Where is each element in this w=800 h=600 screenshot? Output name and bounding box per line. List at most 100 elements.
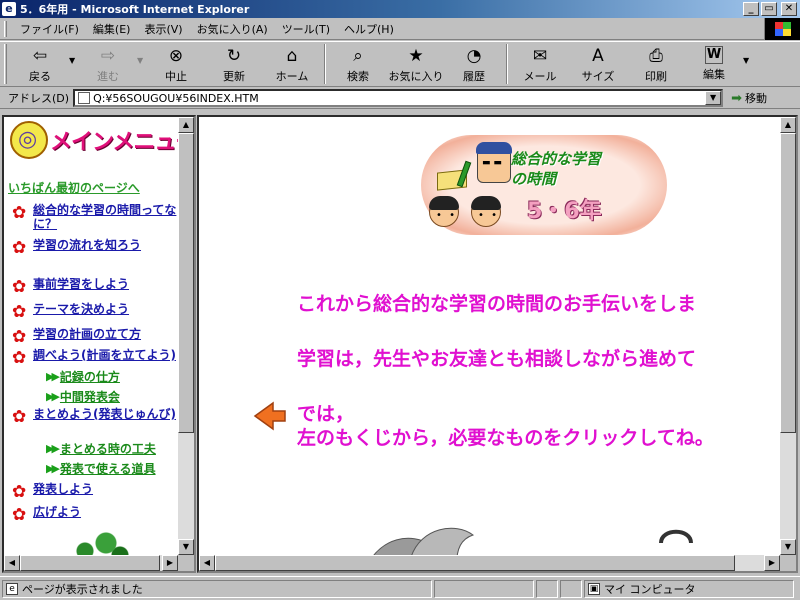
flower-icon	[12, 506, 30, 524]
scroll-left-arrow-icon[interactable]: ◀	[199, 555, 215, 571]
main-scroll-thumb[interactable]	[780, 133, 796, 433]
toolbar: ⇦ 戻る ▼ ⇨ 進む ▼ ⊗ 中止 ↻ 更新 ⌂ ホーム ⌕ 検索 ★ お気に…	[0, 41, 800, 87]
page-done-icon: e	[6, 582, 18, 595]
font-size-icon: A	[592, 46, 604, 66]
scroll-up-arrow-icon[interactable]: ▲	[780, 117, 796, 133]
flower-icon	[12, 239, 30, 257]
refresh-button[interactable]: ↻ 更新	[205, 42, 263, 86]
back-dropdown[interactable]: ▼	[69, 56, 79, 65]
print-icon: ⎙	[649, 46, 663, 66]
refresh-icon: ↻	[226, 46, 242, 66]
edit-button[interactable]: W 編集	[685, 42, 743, 86]
status-security	[536, 579, 558, 598]
search-button[interactable]: ⌕ 検索	[329, 42, 387, 86]
message-line-3: では，	[297, 403, 355, 425]
main-vertical-scrollbar[interactable]: ▲ ▼	[780, 117, 796, 555]
sub-item-interim[interactable]: ▶▶ 中間発表会	[46, 388, 120, 405]
back-button[interactable]: ⇦ 戻る	[11, 42, 69, 86]
nav-item-research[interactable]: 調べよう(計画を立てよう)	[12, 348, 184, 367]
main-hscroll-thumb[interactable]	[215, 555, 735, 571]
history-button[interactable]: ◔ 履歴	[445, 42, 503, 86]
scrollbar-corner	[178, 555, 194, 571]
nav-item-pre-study[interactable]: 事前学習をしよう	[12, 277, 184, 296]
maximize-button[interactable]: ▭	[761, 2, 777, 16]
scroll-down-arrow-icon[interactable]: ▼	[178, 539, 194, 555]
menu-scroll-thumb[interactable]	[178, 133, 194, 433]
scroll-right-arrow-icon[interactable]: ▶	[162, 555, 178, 571]
back-arrow-icon: ⇦	[32, 46, 48, 66]
minimize-button[interactable]: _	[743, 2, 759, 16]
address-dropdown[interactable]: ▼	[705, 91, 722, 105]
nav-item-present[interactable]: 発表しよう	[12, 482, 184, 501]
main-horizontal-scrollbar[interactable]: ◀ ▶	[199, 555, 780, 571]
forward-button[interactable]: ⇨ 進む	[79, 42, 137, 86]
nav-item-plan[interactable]: 学習の計画の立て方	[12, 327, 184, 346]
scroll-right-arrow-icon[interactable]: ▶	[764, 555, 780, 571]
flower-icon	[12, 303, 30, 321]
top-page-link[interactable]: いちばん最初のページへ	[8, 179, 140, 196]
ie-icon[interactable]: e	[2, 2, 16, 16]
mail-button[interactable]: ✉ メール	[511, 42, 569, 86]
status-zone: ▣ マイ コンピュータ	[584, 579, 794, 598]
nav-item-theme[interactable]: テーマを決めよう	[12, 302, 184, 321]
go-arrow-icon: ➡	[731, 90, 742, 106]
edit-dropdown[interactable]: ▼	[743, 56, 753, 65]
go-button[interactable]: ➡ 移動	[731, 90, 767, 106]
address-value[interactable]: Q:¥56SOUGOU¥56INDEX.HTM	[93, 92, 259, 105]
menu-view[interactable]: 表示(V)	[137, 21, 189, 37]
menu-edit[interactable]: 編集(E)	[86, 21, 138, 37]
nav-item-flow[interactable]: 学習の流れを知ろう	[12, 238, 184, 257]
menu-tools[interactable]: ツール(T)	[275, 21, 337, 37]
message-line-4: 左のもくじから，必要なものをクリックしてね。	[297, 427, 714, 449]
favorites-button[interactable]: ★ お気に入り	[387, 42, 445, 86]
stop-button[interactable]: ⊗ 中止	[147, 42, 205, 86]
favorites-icon: ★	[408, 46, 424, 66]
scroll-left-arrow-icon[interactable]: ◀	[4, 555, 20, 571]
banner-title: 総合的な学習 の時間	[511, 150, 602, 188]
mascot-icon	[10, 121, 48, 159]
edit-icon: W	[705, 46, 723, 64]
message-line-2: 学習は，先生やお友達とも相談しながら進めて	[297, 348, 697, 370]
windows-logo-icon	[764, 18, 800, 40]
sub-item-record[interactable]: ▶▶ 記録の仕方	[46, 368, 120, 385]
menu-file[interactable]: ファイル(F)	[13, 21, 86, 37]
menu-header: メインメニュー	[10, 121, 194, 159]
print-button[interactable]: ⎙ 印刷	[627, 42, 685, 86]
menu-help[interactable]: ヘルプ(H)	[337, 21, 401, 37]
menu-vertical-scrollbar[interactable]: ▲ ▼	[178, 117, 194, 555]
address-bar: アドレス(D) Q:¥56SOUGOU¥56INDEX.HTM ▼ ➡ 移動	[0, 88, 800, 109]
search-icon: ⌕	[353, 46, 363, 66]
sub-item-summary-tips[interactable]: ▶▶ まとめる時の工夫	[46, 440, 156, 457]
scroll-down-arrow-icon[interactable]: ▼	[780, 539, 796, 555]
status-message: e ページが表示されました	[2, 579, 432, 598]
flower-icon	[12, 204, 30, 222]
font-size-button[interactable]: A サイズ	[569, 42, 627, 86]
scroll-up-arrow-icon[interactable]: ▲	[178, 117, 194, 133]
menu-favorites[interactable]: お気に入り(A)	[190, 21, 275, 37]
toolbar-grip[interactable]	[4, 44, 7, 84]
nav-item-about[interactable]: 総合的な学習の時間ってなに？	[12, 203, 184, 231]
menu-horizontal-scrollbar[interactable]: ◀ ▶	[4, 555, 178, 571]
status-progress	[434, 579, 534, 598]
double-arrow-icon: ▶▶	[46, 390, 60, 403]
menu-hscroll-thumb[interactable]	[20, 555, 160, 571]
flower-icon	[12, 278, 30, 296]
forward-dropdown[interactable]: ▼	[137, 56, 147, 65]
double-arrow-icon: ▶▶	[46, 462, 60, 475]
boy-illustration	[429, 196, 459, 227]
double-arrow-icon: ▶▶	[46, 442, 60, 455]
sub-item-tools[interactable]: ▶▶ 発表で使える道具	[46, 460, 156, 477]
nav-item-summary[interactable]: まとめよう(発表じゅんび)	[12, 407, 184, 426]
page-icon	[78, 92, 91, 104]
menubar-grip[interactable]	[4, 20, 7, 37]
home-icon: ⌂	[286, 46, 298, 66]
home-button[interactable]: ⌂ ホーム	[263, 42, 321, 86]
nav-item-expand[interactable]: 広げよう	[12, 505, 184, 524]
address-field[interactable]: Q:¥56SOUGOU¥56INDEX.HTM ▼	[73, 89, 724, 107]
flower-icon	[12, 328, 30, 346]
go-label: 移動	[744, 92, 767, 105]
scrollbar-corner	[780, 555, 796, 571]
close-button[interactable]: ✕	[781, 2, 797, 16]
left-pointer-arrow-icon	[253, 401, 286, 431]
menu-frame: メインメニュー いちばん最初のページへ 総合的な学習の時間ってなに？ 学習の流れ…	[2, 115, 196, 573]
